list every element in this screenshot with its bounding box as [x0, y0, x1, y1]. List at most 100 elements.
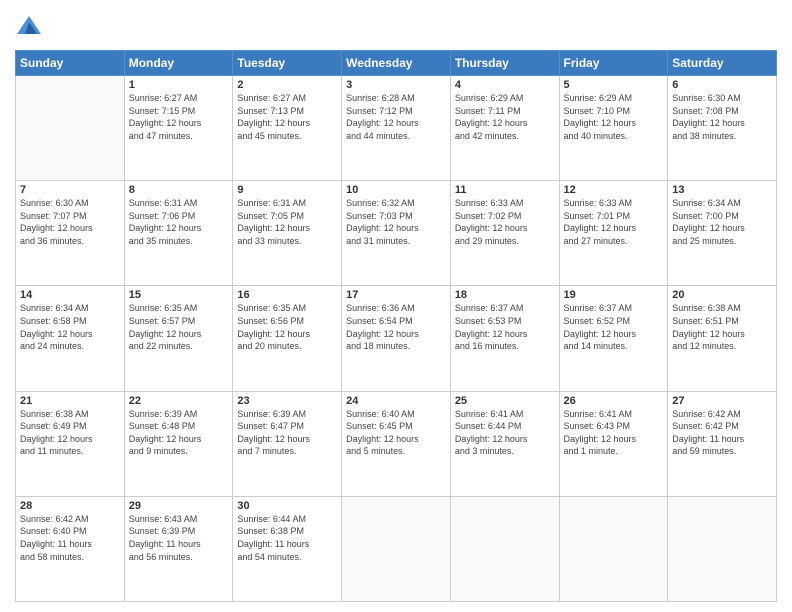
calendar-day-17: 17Sunrise: 6:36 AM Sunset: 6:54 PM Dayli…: [342, 286, 451, 391]
day-info: Sunrise: 6:37 AM Sunset: 6:52 PM Dayligh…: [564, 302, 664, 352]
empty-cell: [668, 496, 777, 601]
day-number: 23: [237, 395, 337, 407]
calendar-day-8: 8Sunrise: 6:31 AM Sunset: 7:06 PM Daylig…: [124, 181, 233, 286]
day-info: Sunrise: 6:31 AM Sunset: 7:05 PM Dayligh…: [237, 197, 337, 247]
day-number: 10: [346, 184, 446, 196]
weekday-header-monday: Monday: [124, 51, 233, 76]
day-info: Sunrise: 6:27 AM Sunset: 7:13 PM Dayligh…: [237, 92, 337, 142]
calendar-day-29: 29Sunrise: 6:43 AM Sunset: 6:39 PM Dayli…: [124, 496, 233, 601]
day-number: 28: [20, 500, 120, 512]
calendar-day-4: 4Sunrise: 6:29 AM Sunset: 7:11 PM Daylig…: [450, 76, 559, 181]
calendar-day-14: 14Sunrise: 6:34 AM Sunset: 6:58 PM Dayli…: [16, 286, 125, 391]
day-info: Sunrise: 6:37 AM Sunset: 6:53 PM Dayligh…: [455, 302, 555, 352]
calendar-day-27: 27Sunrise: 6:42 AM Sunset: 6:42 PM Dayli…: [668, 391, 777, 496]
calendar-week-row: 14Sunrise: 6:34 AM Sunset: 6:58 PM Dayli…: [16, 286, 777, 391]
day-info: Sunrise: 6:35 AM Sunset: 6:57 PM Dayligh…: [129, 302, 229, 352]
day-number: 4: [455, 79, 555, 91]
calendar-day-26: 26Sunrise: 6:41 AM Sunset: 6:43 PM Dayli…: [559, 391, 668, 496]
weekday-header-wednesday: Wednesday: [342, 51, 451, 76]
day-number: 8: [129, 184, 229, 196]
calendar-day-16: 16Sunrise: 6:35 AM Sunset: 6:56 PM Dayli…: [233, 286, 342, 391]
calendar-day-9: 9Sunrise: 6:31 AM Sunset: 7:05 PM Daylig…: [233, 181, 342, 286]
day-number: 24: [346, 395, 446, 407]
day-info: Sunrise: 6:42 AM Sunset: 6:40 PM Dayligh…: [20, 513, 120, 563]
day-number: 17: [346, 289, 446, 301]
empty-cell: [342, 496, 451, 601]
calendar-day-24: 24Sunrise: 6:40 AM Sunset: 6:45 PM Dayli…: [342, 391, 451, 496]
calendar-day-19: 19Sunrise: 6:37 AM Sunset: 6:52 PM Dayli…: [559, 286, 668, 391]
day-info: Sunrise: 6:30 AM Sunset: 7:08 PM Dayligh…: [672, 92, 772, 142]
day-info: Sunrise: 6:41 AM Sunset: 6:44 PM Dayligh…: [455, 408, 555, 458]
day-number: 30: [237, 500, 337, 512]
day-info: Sunrise: 6:32 AM Sunset: 7:03 PM Dayligh…: [346, 197, 446, 247]
calendar-day-20: 20Sunrise: 6:38 AM Sunset: 6:51 PM Dayli…: [668, 286, 777, 391]
calendar-day-25: 25Sunrise: 6:41 AM Sunset: 6:44 PM Dayli…: [450, 391, 559, 496]
day-number: 22: [129, 395, 229, 407]
weekday-header-sunday: Sunday: [16, 51, 125, 76]
day-number: 14: [20, 289, 120, 301]
calendar-day-11: 11Sunrise: 6:33 AM Sunset: 7:02 PM Dayli…: [450, 181, 559, 286]
day-number: 15: [129, 289, 229, 301]
day-number: 19: [564, 289, 664, 301]
day-info: Sunrise: 6:30 AM Sunset: 7:07 PM Dayligh…: [20, 197, 120, 247]
calendar-day-13: 13Sunrise: 6:34 AM Sunset: 7:00 PM Dayli…: [668, 181, 777, 286]
calendar-day-18: 18Sunrise: 6:37 AM Sunset: 6:53 PM Dayli…: [450, 286, 559, 391]
day-number: 3: [346, 79, 446, 91]
day-info: Sunrise: 6:29 AM Sunset: 7:10 PM Dayligh…: [564, 92, 664, 142]
day-number: 13: [672, 184, 772, 196]
day-info: Sunrise: 6:33 AM Sunset: 7:02 PM Dayligh…: [455, 197, 555, 247]
day-number: 2: [237, 79, 337, 91]
day-info: Sunrise: 6:38 AM Sunset: 6:51 PM Dayligh…: [672, 302, 772, 352]
day-info: Sunrise: 6:40 AM Sunset: 6:45 PM Dayligh…: [346, 408, 446, 458]
day-number: 11: [455, 184, 555, 196]
day-info: Sunrise: 6:43 AM Sunset: 6:39 PM Dayligh…: [129, 513, 229, 563]
day-info: Sunrise: 6:33 AM Sunset: 7:01 PM Dayligh…: [564, 197, 664, 247]
weekday-header-thursday: Thursday: [450, 51, 559, 76]
day-info: Sunrise: 6:34 AM Sunset: 6:58 PM Dayligh…: [20, 302, 120, 352]
calendar-day-7: 7Sunrise: 6:30 AM Sunset: 7:07 PM Daylig…: [16, 181, 125, 286]
logo-icon: [15, 14, 43, 42]
calendar-day-21: 21Sunrise: 6:38 AM Sunset: 6:49 PM Dayli…: [16, 391, 125, 496]
day-number: 18: [455, 289, 555, 301]
day-info: Sunrise: 6:42 AM Sunset: 6:42 PM Dayligh…: [672, 408, 772, 458]
weekday-header-friday: Friday: [559, 51, 668, 76]
calendar-day-1: 1Sunrise: 6:27 AM Sunset: 7:15 PM Daylig…: [124, 76, 233, 181]
calendar-day-2: 2Sunrise: 6:27 AM Sunset: 7:13 PM Daylig…: [233, 76, 342, 181]
weekday-header-tuesday: Tuesday: [233, 51, 342, 76]
calendar-week-row: 28Sunrise: 6:42 AM Sunset: 6:40 PM Dayli…: [16, 496, 777, 601]
calendar-week-row: 1Sunrise: 6:27 AM Sunset: 7:15 PM Daylig…: [16, 76, 777, 181]
calendar-day-30: 30Sunrise: 6:44 AM Sunset: 6:38 PM Dayli…: [233, 496, 342, 601]
day-number: 29: [129, 500, 229, 512]
calendar-day-22: 22Sunrise: 6:39 AM Sunset: 6:48 PM Dayli…: [124, 391, 233, 496]
calendar-day-15: 15Sunrise: 6:35 AM Sunset: 6:57 PM Dayli…: [124, 286, 233, 391]
header: [15, 10, 777, 42]
calendar-table: SundayMondayTuesdayWednesdayThursdayFrid…: [15, 50, 777, 602]
day-info: Sunrise: 6:27 AM Sunset: 7:15 PM Dayligh…: [129, 92, 229, 142]
calendar-day-6: 6Sunrise: 6:30 AM Sunset: 7:08 PM Daylig…: [668, 76, 777, 181]
day-number: 1: [129, 79, 229, 91]
day-info: Sunrise: 6:29 AM Sunset: 7:11 PM Dayligh…: [455, 92, 555, 142]
day-number: 12: [564, 184, 664, 196]
day-number: 16: [237, 289, 337, 301]
weekday-header-saturday: Saturday: [668, 51, 777, 76]
calendar-day-3: 3Sunrise: 6:28 AM Sunset: 7:12 PM Daylig…: [342, 76, 451, 181]
empty-cell: [16, 76, 125, 181]
day-info: Sunrise: 6:28 AM Sunset: 7:12 PM Dayligh…: [346, 92, 446, 142]
empty-cell: [559, 496, 668, 601]
logo: [15, 14, 47, 42]
day-info: Sunrise: 6:39 AM Sunset: 6:47 PM Dayligh…: [237, 408, 337, 458]
calendar-header-row: SundayMondayTuesdayWednesdayThursdayFrid…: [16, 51, 777, 76]
calendar-week-row: 21Sunrise: 6:38 AM Sunset: 6:49 PM Dayli…: [16, 391, 777, 496]
day-number: 26: [564, 395, 664, 407]
day-info: Sunrise: 6:36 AM Sunset: 6:54 PM Dayligh…: [346, 302, 446, 352]
day-number: 21: [20, 395, 120, 407]
day-info: Sunrise: 6:34 AM Sunset: 7:00 PM Dayligh…: [672, 197, 772, 247]
page: SundayMondayTuesdayWednesdayThursdayFrid…: [0, 0, 792, 612]
day-number: 6: [672, 79, 772, 91]
calendar-day-28: 28Sunrise: 6:42 AM Sunset: 6:40 PM Dayli…: [16, 496, 125, 601]
calendar-day-10: 10Sunrise: 6:32 AM Sunset: 7:03 PM Dayli…: [342, 181, 451, 286]
day-info: Sunrise: 6:38 AM Sunset: 6:49 PM Dayligh…: [20, 408, 120, 458]
day-number: 20: [672, 289, 772, 301]
calendar-week-row: 7Sunrise: 6:30 AM Sunset: 7:07 PM Daylig…: [16, 181, 777, 286]
calendar-day-23: 23Sunrise: 6:39 AM Sunset: 6:47 PM Dayli…: [233, 391, 342, 496]
